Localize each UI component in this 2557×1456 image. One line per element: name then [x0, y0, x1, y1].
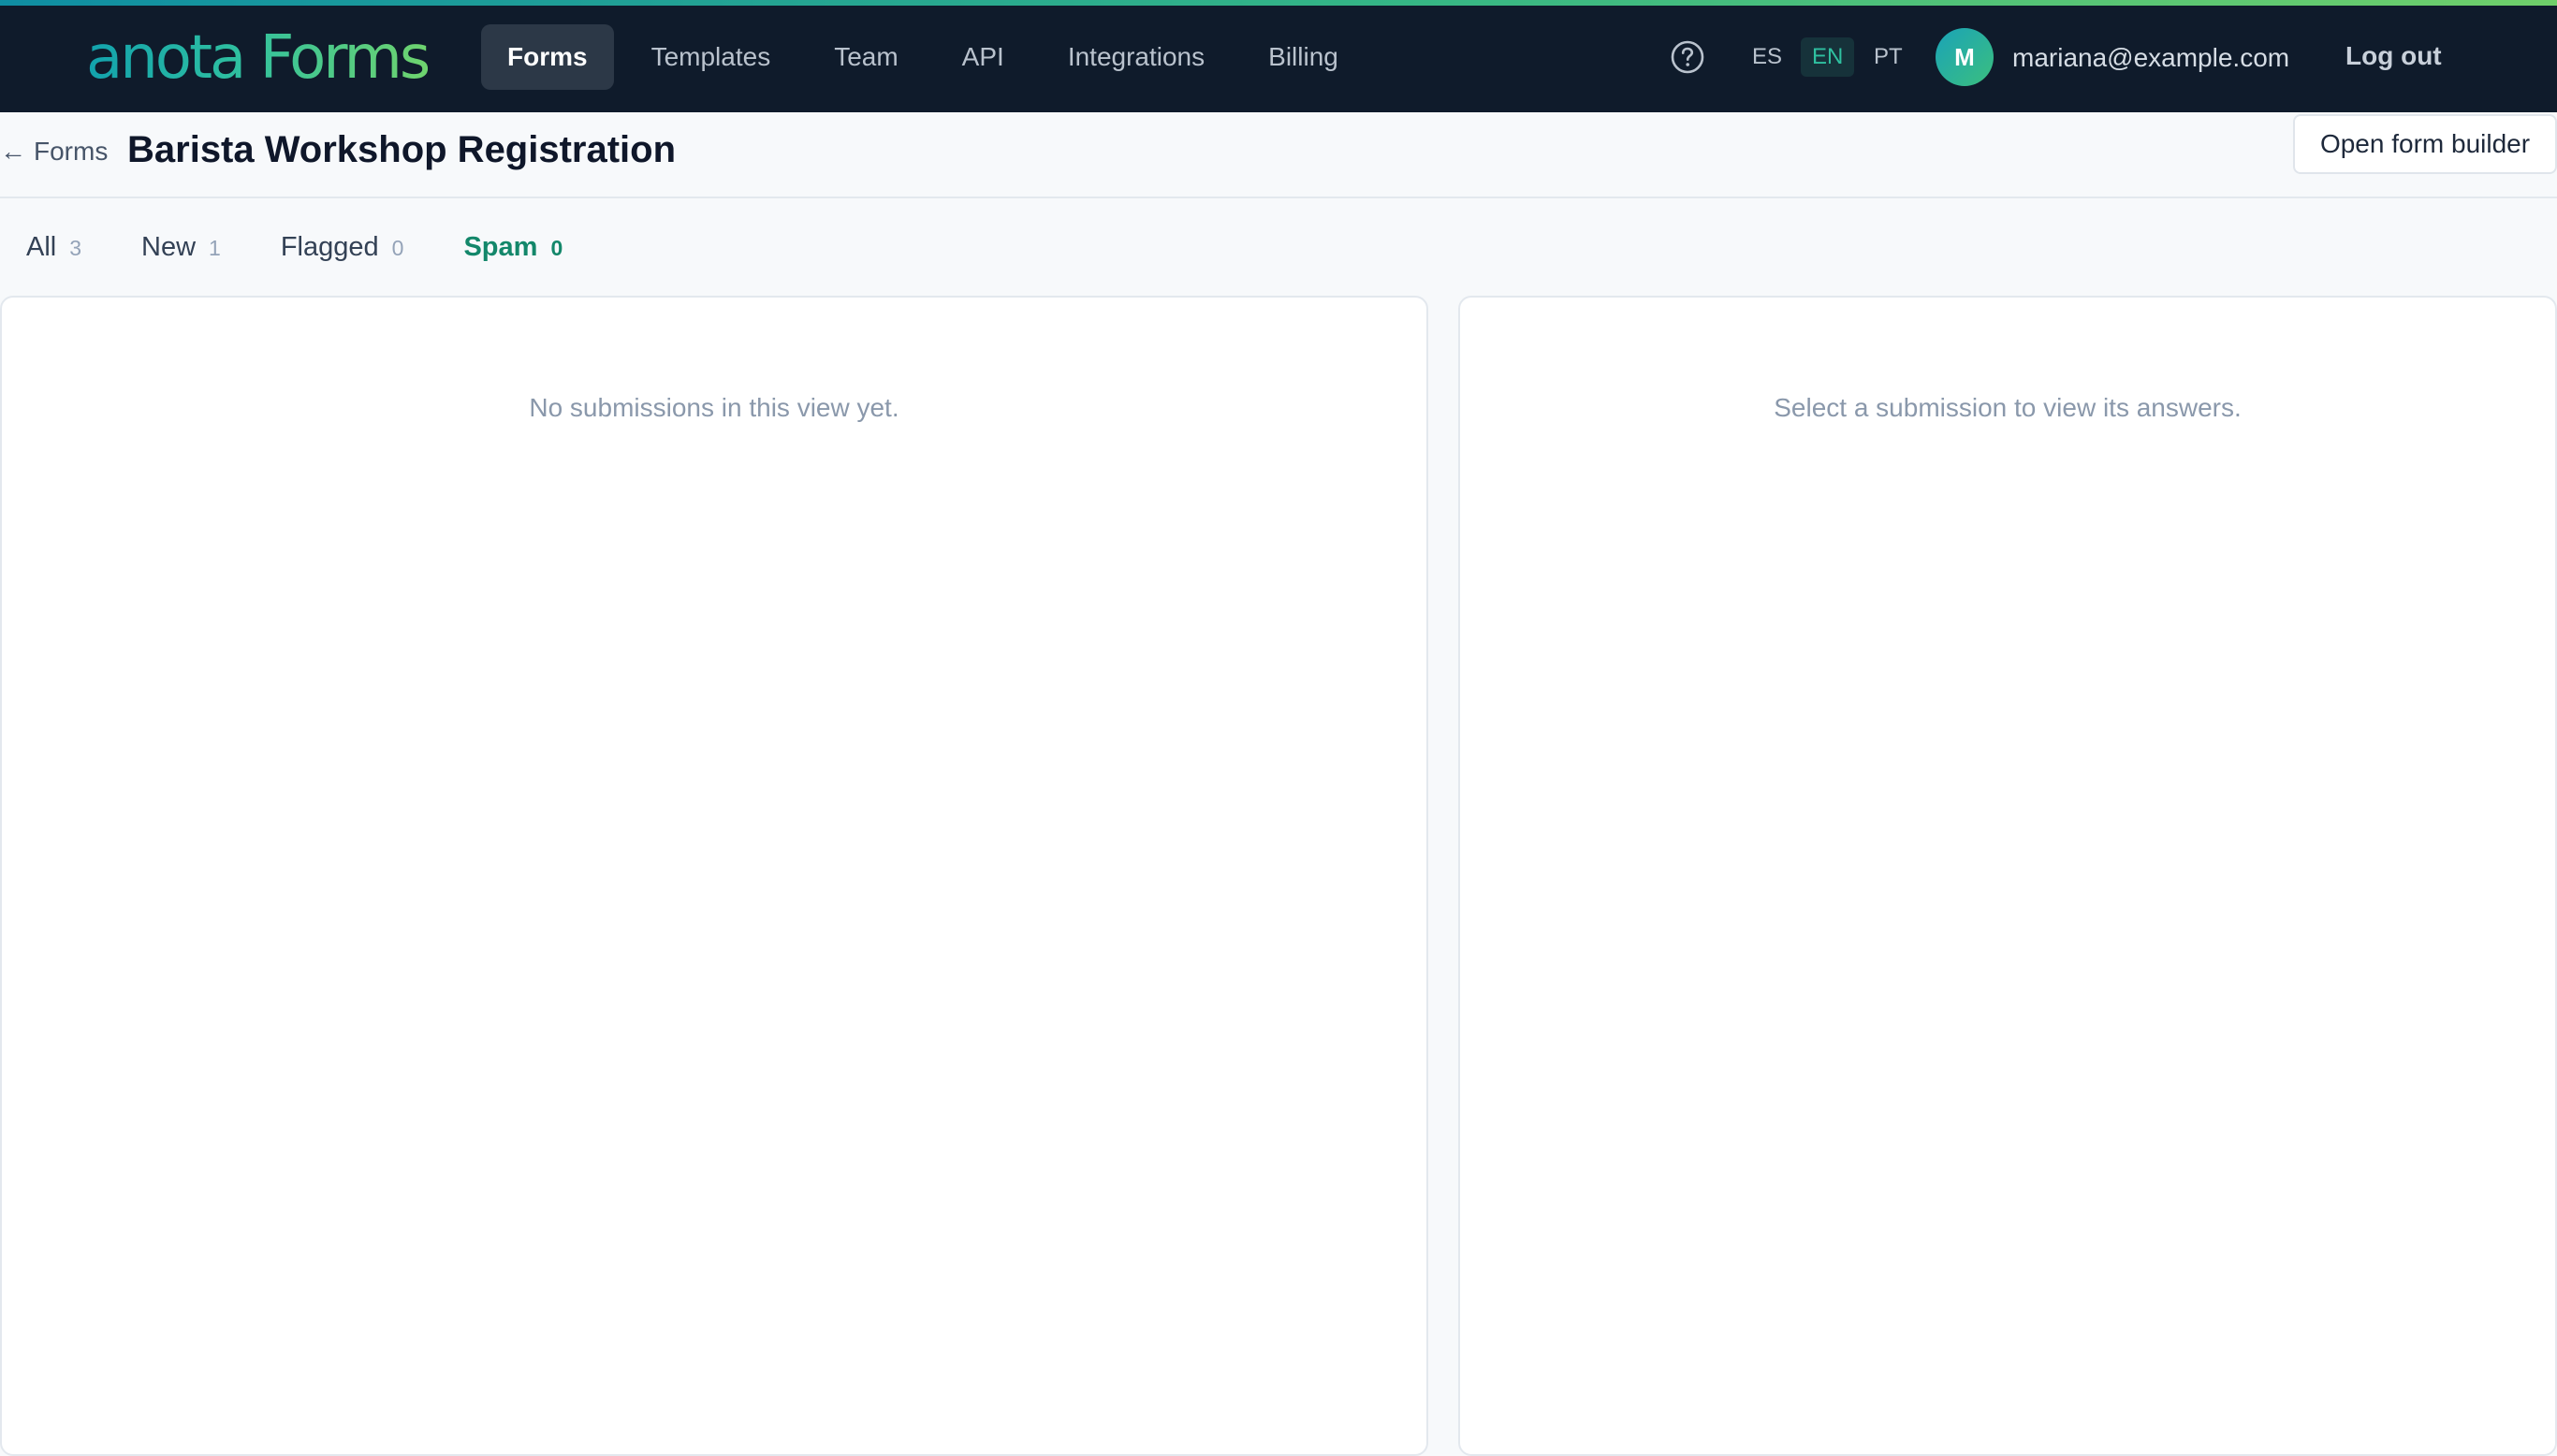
- submissions-list-panel[interactable]: No submissions in this view yet.: [0, 296, 1428, 1456]
- nav-item-forms[interactable]: Forms: [481, 24, 614, 90]
- language-switcher: ES EN PT: [1741, 37, 1921, 77]
- tab-new[interactable]: New 1: [141, 232, 221, 263]
- tab-label: New: [141, 231, 197, 262]
- nav-item-billing[interactable]: Billing: [1242, 24, 1365, 90]
- page-header: ← Forms Barista Workshop Registration Ope…: [0, 112, 2557, 198]
- back-arrow-icon: ←: [0, 137, 26, 166]
- tab-count: 0: [550, 235, 563, 260]
- tab-spam[interactable]: Spam 0: [463, 232, 563, 263]
- avatar[interactable]: M: [1936, 28, 1994, 86]
- brand-logo[interactable]: anota Forms: [86, 21, 431, 95]
- empty-list-message: No submissions in this view yet.: [529, 393, 899, 422]
- question-circle-icon[interactable]: [1670, 39, 1705, 75]
- tab-count: 1: [209, 235, 221, 260]
- logout-button[interactable]: Log out: [2345, 37, 2442, 75]
- top-navigation-bar: anota Forms Forms Templates Team API Int…: [0, 0, 2557, 112]
- tab-count: 3: [69, 235, 82, 260]
- nav-item-templates[interactable]: Templates: [625, 24, 797, 90]
- back-link-label: Forms: [34, 137, 109, 166]
- page-title: Barista Workshop Registration: [127, 129, 677, 170]
- topbar-accent-stripe: [0, 0, 2557, 6]
- open-form-builder-button[interactable]: Open form builder: [2293, 114, 2557, 174]
- language-en[interactable]: EN: [1801, 37, 1855, 77]
- back-to-forms-link[interactable]: ← Forms: [0, 133, 108, 170]
- tab-label: Flagged: [280, 231, 379, 262]
- language-es[interactable]: ES: [1741, 37, 1793, 77]
- tab-flagged[interactable]: Flagged 0: [281, 232, 404, 263]
- nav-item-api[interactable]: API: [936, 24, 1030, 90]
- empty-detail-message: Select a submission to view its answers.: [1774, 393, 2242, 422]
- tab-count: 0: [391, 235, 404, 260]
- user-email: mariana@example.com: [2012, 43, 2290, 72]
- submission-detail-panel[interactable]: Select a submission to view its answers.: [1458, 296, 2557, 1456]
- language-pt[interactable]: PT: [1862, 37, 1914, 77]
- tab-label: All: [26, 231, 57, 262]
- main-nav: Forms Templates Team API Integrations Bi…: [481, 24, 1376, 90]
- nav-item-team[interactable]: Team: [808, 24, 924, 90]
- tab-all[interactable]: All 3: [26, 232, 81, 263]
- nav-item-integrations[interactable]: Integrations: [1042, 24, 1231, 90]
- submission-filter-tabs: All 3 New 1 Flagged 0 Spam 0: [26, 228, 622, 266]
- tab-label: Spam: [463, 231, 538, 262]
